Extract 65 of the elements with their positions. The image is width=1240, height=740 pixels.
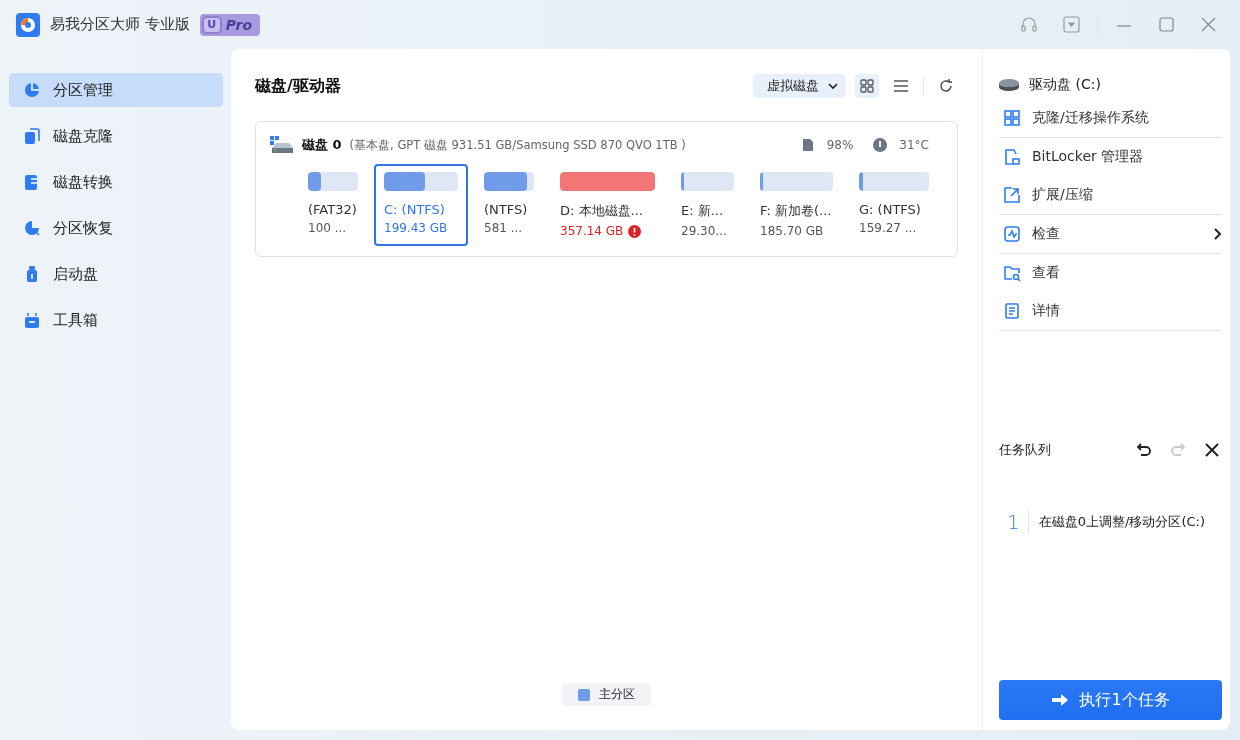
windows-grid-icon	[1003, 109, 1021, 127]
partition-item[interactable]: (FAT32) 100 ...	[298, 164, 368, 246]
partition-label: F: 新加卷(...	[760, 202, 833, 220]
partition-size: 29.30...	[681, 224, 727, 238]
partition-size: 199.43 GB	[384, 221, 448, 235]
sidebar-item[interactable]: 分区恢复	[9, 211, 223, 245]
section-title: 磁盘/驱动器	[255, 75, 342, 97]
hard-drive-icon	[270, 136, 294, 154]
task-number: 1	[1007, 510, 1029, 534]
temperature-value: 31°C	[899, 138, 929, 152]
partition-label: G: (NTFS)	[859, 202, 922, 217]
partition-item[interactable]: D: 本地磁盘... 357.14 GB	[550, 164, 665, 246]
action-item[interactable]: BitLocker 管理器	[999, 138, 1222, 176]
partition-item[interactable]: (NTFS) 581 ...	[474, 164, 544, 246]
pie-arrow-icon	[23, 219, 41, 237]
resize-icon	[1003, 186, 1021, 204]
action-item[interactable]: 扩展/压缩	[999, 176, 1222, 214]
partition-item[interactable]: G: (NTFS) 159.27 ...	[849, 164, 939, 246]
partition-size: 357.14 GB	[560, 224, 624, 238]
list-icon	[893, 78, 909, 94]
virtual-disk-dropdown[interactable]: 虚拟磁盘	[753, 74, 845, 98]
refresh-icon	[938, 78, 954, 94]
drive-title: 驱动盘 (C:)	[1029, 76, 1101, 94]
grid-icon	[859, 78, 875, 94]
app-title: 易我分区大师 专业版	[50, 15, 190, 34]
disk-name: 磁盘 0	[302, 136, 342, 154]
partition-size: 581 ...	[484, 221, 523, 235]
drive-icon	[999, 79, 1019, 91]
action-item[interactable]: 查看	[999, 254, 1222, 292]
pie-chart-icon	[23, 81, 41, 99]
grid-view-button[interactable]	[855, 74, 879, 98]
sidebar-item[interactable]: 磁盘克隆	[9, 119, 223, 153]
legend-label: 主分区	[599, 686, 635, 703]
drive-stack-icon	[23, 127, 41, 145]
app-logo-icon	[16, 12, 40, 37]
action-item[interactable]: 详情	[999, 292, 1222, 330]
partition-label: D: 本地磁盘...	[560, 202, 644, 220]
health-value: 98%	[826, 138, 854, 152]
task-queue-title: 任务队列	[999, 441, 1052, 459]
caret-icon	[827, 80, 839, 92]
arrow-right-icon	[1051, 693, 1070, 707]
disk-details: (基本盘, GPT 磁盘 931.51 GB/Samsung SSD 870 QVO 1TB )	[349, 137, 687, 153]
partition-label: (FAT32)	[308, 202, 358, 217]
partition-size: 100 ...	[308, 221, 347, 235]
partition-label: C: (NTFS)	[384, 202, 446, 217]
partition-size: 159.27 ...	[859, 221, 917, 235]
sidebar-item[interactable]: 磁盘转换	[9, 165, 223, 199]
partition-item[interactable]: E: 新... 29.30...	[671, 164, 744, 246]
partition-item[interactable]: C: (NTFS) 199.43 GB	[374, 164, 468, 246]
task-text: 在磁盘0上调整/移动分区(C:)	[1038, 513, 1205, 531]
pro-badge: U Pro	[199, 13, 261, 36]
partition-size: 185.70 GB	[760, 224, 824, 238]
folder-search-icon	[1003, 264, 1021, 282]
partition-item[interactable]: F: 新加卷(... 185.70 GB	[750, 164, 843, 246]
toolbox-icon	[23, 311, 41, 329]
sidebar-item[interactable]: 启动盘	[9, 257, 223, 291]
document-icon	[1003, 302, 1021, 320]
action-item[interactable]: 检查	[999, 215, 1222, 253]
partition-label: E: 新...	[681, 202, 725, 220]
sidebar-item[interactable]: 工具箱	[9, 303, 223, 337]
partition-label: (NTFS)	[484, 202, 529, 217]
sidebar-item[interactable]: 分区管理	[9, 73, 223, 107]
action-item[interactable]: 克隆/迁移操作系统	[999, 99, 1222, 137]
pulse-icon	[1003, 225, 1021, 243]
execute-button[interactable]: 执行1个任务	[999, 680, 1222, 720]
